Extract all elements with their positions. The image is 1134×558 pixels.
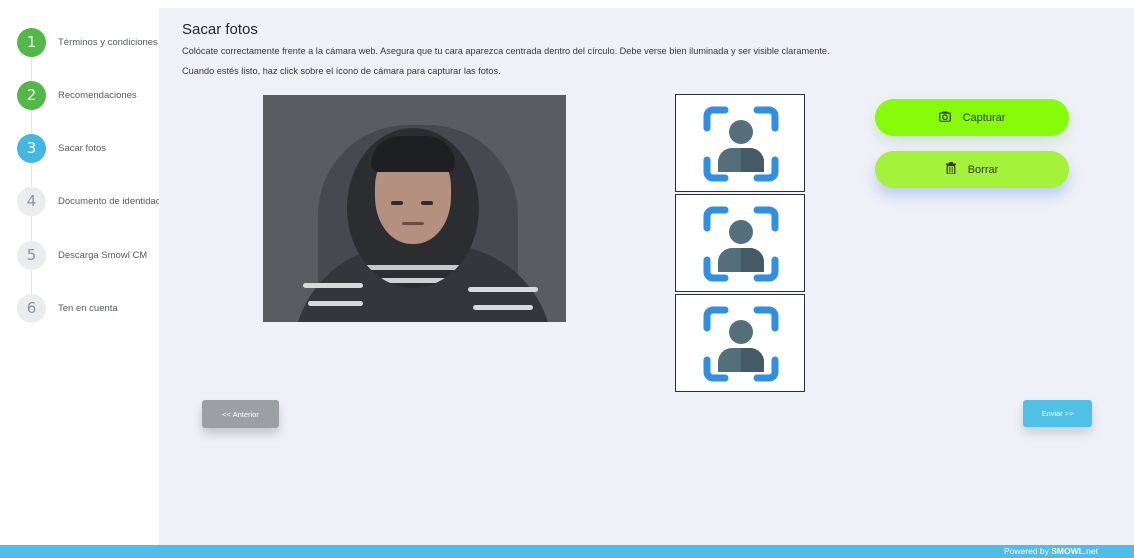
steps-sidebar: 1 Términos y condiciones 2 Recomendacion… bbox=[0, 0, 161, 545]
step-documento[interactable]: 4 Documento de identidad bbox=[17, 186, 161, 216]
step-number-6: 6 bbox=[17, 293, 46, 323]
main-panel: Sacar fotos Colócate correctamente frent… bbox=[159, 8, 1134, 545]
previous-button[interactable]: << Anterior bbox=[202, 400, 279, 428]
user-placeholder-icon bbox=[703, 106, 779, 182]
webcam-preview bbox=[263, 95, 566, 322]
step-label-sacar-fotos: Sacar fotos bbox=[58, 142, 107, 154]
step-label-terminos: Términos y condiciones bbox=[58, 36, 158, 48]
step-number-5: 5 bbox=[17, 240, 46, 270]
camera-icon bbox=[938, 111, 951, 125]
photo-slot-2 bbox=[675, 194, 805, 292]
webcam-hair bbox=[371, 136, 455, 172]
step-number-2: 2 bbox=[17, 80, 46, 110]
page-title: Sacar fotos bbox=[182, 21, 258, 38]
submit-button[interactable]: Enviar >> bbox=[1023, 400, 1092, 427]
instructions-line-1: Colócate correctamente frente a la cámar… bbox=[182, 46, 830, 56]
brand-suffix: .net bbox=[1083, 546, 1098, 556]
step-label-ten-en-cuenta: Ten en cuenta bbox=[58, 302, 118, 314]
footer-bar: Powered by SMOWL.net bbox=[0, 545, 1134, 558]
previous-label: << Anterior bbox=[222, 409, 259, 419]
face-guide-oval bbox=[347, 128, 479, 288]
powered-by: Powered by SMOWL.net bbox=[1004, 546, 1098, 556]
step-number-4: 4 bbox=[17, 186, 46, 216]
step-number-1: 1 bbox=[17, 27, 46, 57]
photo-slot-3 bbox=[675, 294, 805, 392]
brand-name: SMOWL bbox=[1051, 546, 1084, 556]
step-ten-en-cuenta[interactable]: 6 Ten en cuenta bbox=[17, 293, 118, 323]
step-recomendaciones[interactable]: 2 Recomendaciones bbox=[17, 80, 137, 110]
photo-slot-1 bbox=[675, 94, 805, 192]
user-placeholder-icon bbox=[703, 206, 779, 282]
capture-label: Capturar bbox=[962, 111, 1006, 124]
step-terminos[interactable]: 1 Términos y condiciones bbox=[17, 27, 158, 57]
capture-button[interactable]: Capturar bbox=[875, 99, 1069, 136]
step-descarga[interactable]: 5 Descarga Smowl CM bbox=[17, 240, 147, 270]
step-sacar-fotos[interactable]: 3 Sacar fotos bbox=[17, 133, 106, 163]
submit-label: Enviar >> bbox=[1041, 409, 1074, 418]
step-number-3: 3 bbox=[17, 133, 46, 163]
powered-prefix: Powered by bbox=[1003, 546, 1052, 556]
trash-icon bbox=[945, 162, 956, 177]
step-label-recomendaciones: Recomendaciones bbox=[58, 89, 137, 101]
user-placeholder-icon bbox=[703, 306, 779, 382]
delete-label: Borrar bbox=[967, 163, 999, 176]
delete-button[interactable]: Borrar bbox=[875, 151, 1069, 188]
instructions-line-2: Cuando estés listo, haz click sobre el í… bbox=[182, 66, 501, 76]
step-label-descarga: Descarga Smowl CM bbox=[58, 249, 148, 261]
step-label-documento: Documento de identidad bbox=[58, 195, 161, 207]
